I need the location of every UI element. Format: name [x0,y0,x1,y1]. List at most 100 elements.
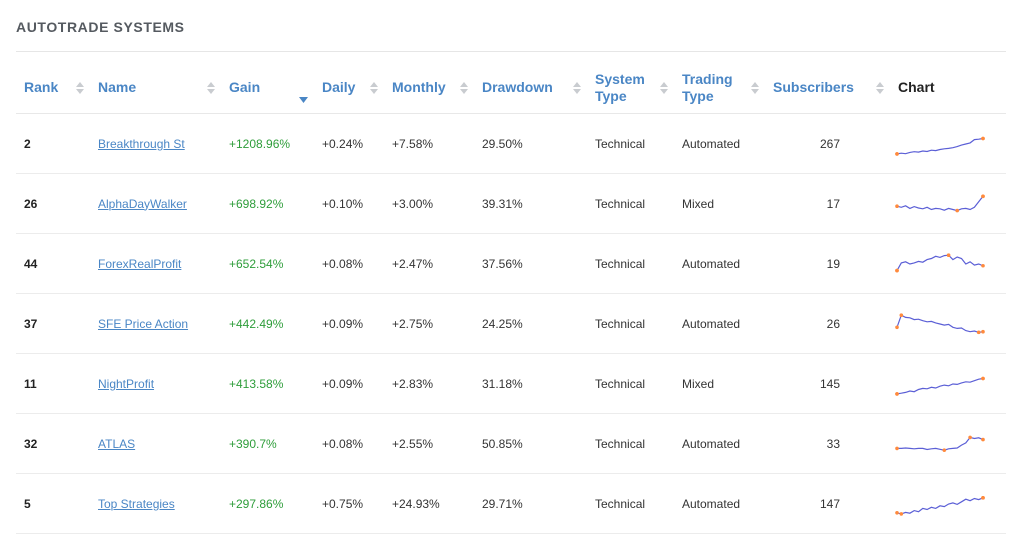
system-name-link[interactable]: ForexRealProfit [98,257,181,271]
monthly-cell: +2.47% [384,233,474,294]
column-header-drawdown[interactable]: Drawdown [474,62,587,114]
column-header-monthly[interactable]: Monthly [384,62,474,114]
gain-cell: +698.92% [221,173,314,234]
subscribers-cell: 26 [765,293,890,354]
name-cell: ATLAS [90,413,221,474]
column-header-label: Rank [24,79,59,95]
sort-arrows-icon [76,81,84,94]
table-row[interactable]: 26 AlphaDayWalker +698.92% +0.10% +3.00%… [16,173,1006,234]
sparkline-marker [981,263,985,268]
table-row[interactable]: 2 Breakthrough St +1208.96% +0.24% +7.58… [16,113,1006,174]
rank-cell: 37 [16,293,90,354]
gain-cell: +442.49% [221,293,314,354]
table-row[interactable]: 11 NightProfit +413.58% +0.09% +2.83% 31… [16,353,1006,414]
sparkline-marker [895,325,899,329]
gain-cell: +297.86% [221,473,314,534]
sparkline-marker [981,437,985,441]
chart-cell [890,233,1006,294]
monthly-cell: +24.93% [384,473,474,534]
trading-type-cell: Mixed [674,173,765,234]
rank-cell: 5 [16,473,90,534]
column-header-label: Daily [322,79,356,95]
subscribers-cell: 17 [765,173,890,234]
monthly-cell: +2.75% [384,293,474,354]
chart-cell [890,413,1006,474]
sparkline-marker [895,391,899,396]
sparkline-marker [981,194,985,198]
system-type-cell: Technical [587,173,674,234]
table-row[interactable]: 44 ForexRealProfit +652.54% +0.08% +2.47… [16,233,1006,294]
chart-cell [890,353,1006,414]
subscribers-cell: 145 [765,353,890,414]
sparkline-marker [899,312,904,317]
name-cell: Top Strategies [90,473,221,534]
sort-arrows-icon [876,81,884,94]
subscribers-cell: 147 [765,473,890,534]
sparkline-marker [946,252,951,257]
column-header-label: Drawdown [482,79,553,95]
column-header-daily[interactable]: Daily [314,62,384,114]
sparkline-chart [895,194,985,212]
monthly-cell: +7.58% [384,113,474,174]
daily-cell: +0.09% [314,293,384,354]
column-header-trading-type[interactable]: Trading Type [674,62,765,114]
system-name-link[interactable]: AlphaDayWalker [98,197,187,211]
system-name-link[interactable]: ATLAS [98,437,135,451]
rank-cell: 32 [16,413,90,474]
rank-cell: 11 [16,353,90,414]
table-row[interactable]: 37 SFE Price Action +442.49% +0.09% +2.7… [16,293,1006,354]
sparkline-chart [895,312,985,334]
column-header-name[interactable]: Name [90,62,221,114]
sparkline-marker [955,208,959,212]
name-cell: ForexRealProfit [90,233,221,294]
sparkline-chart [895,136,985,156]
sparkline-marker [895,203,899,208]
column-header-label: Chart [898,79,935,95]
column-header-subscribers[interactable]: Subscribers [765,62,890,114]
column-header-label: Subscribers [773,79,854,95]
sparkline-marker [981,136,985,140]
drawdown-cell: 29.71% [474,473,587,534]
chart-cell [890,113,1006,174]
subscribers-cell: 267 [765,113,890,174]
sparkline-marker [968,435,972,439]
sparkline-chart [895,376,985,396]
rank-cell: 26 [16,173,90,234]
system-type-cell: Technical [587,413,674,474]
sparkline-marker [976,330,981,334]
gain-cell: +413.58% [221,353,314,414]
name-cell: AlphaDayWalker [90,173,221,234]
daily-cell: +0.08% [314,233,384,294]
gain-cell: +652.54% [221,233,314,294]
column-header-label: Monthly [392,79,446,95]
sparkline-chart [895,252,985,272]
gain-cell: +390.7% [221,413,314,474]
column-header-rank[interactable]: Rank [16,62,90,114]
column-header-system-type[interactable]: System Type [587,62,674,114]
drawdown-cell: 24.25% [474,293,587,354]
trading-type-cell: Automated [674,233,765,294]
drawdown-cell: 50.85% [474,413,587,474]
system-name-link[interactable]: Breakthrough St [98,137,185,151]
sparkline-chart [895,495,985,516]
title-divider [16,51,1006,52]
sort-arrows-icon [460,81,468,94]
name-cell: SFE Price Action [90,293,221,354]
sparkline-marker [895,151,899,156]
column-header-gain[interactable]: Gain [221,62,314,114]
table-row[interactable]: 5 Top Strategies +297.86% +0.75% +24.93%… [16,473,1006,534]
subscribers-cell: 19 [765,233,890,294]
sparkline-marker [895,510,899,515]
table-row[interactable]: 32 ATLAS +390.7% +0.08% +2.55% 50.85% Te… [16,413,1006,474]
monthly-cell: +2.83% [384,353,474,414]
system-name-link[interactable]: NightProfit [98,377,154,391]
name-cell: NightProfit [90,353,221,414]
column-header-label: Trading Type [682,70,733,104]
sparkline-marker [981,376,985,380]
header-row: Rank Name Gain Daily Monthly Drawdown Sy… [16,62,1006,114]
sparkline-line [896,254,984,271]
monthly-cell: +3.00% [384,173,474,234]
system-name-link[interactable]: SFE Price Action [98,317,188,331]
daily-cell: +0.75% [314,473,384,534]
system-name-link[interactable]: Top Strategies [98,497,175,511]
